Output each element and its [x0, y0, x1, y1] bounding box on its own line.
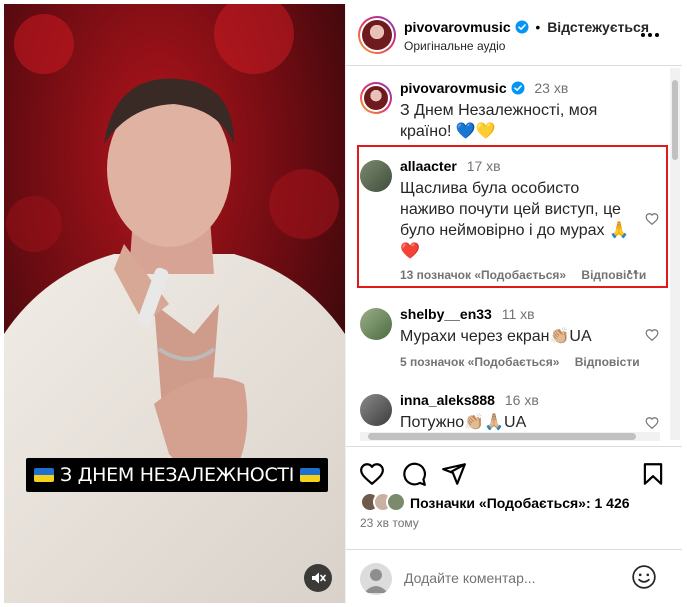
comment-item: shelby__en33 11 хв Мурахи через екран👏🏼U… [360, 306, 660, 376]
comment-icon[interactable] [401, 461, 427, 487]
original-audio-link[interactable]: Оригінальне аудіо [404, 39, 505, 53]
post-timestamp[interactable]: 23 хв тому [360, 516, 419, 530]
comment-like-icon[interactable] [645, 328, 659, 342]
likes-colon: : [585, 495, 595, 511]
heart-icon[interactable] [359, 461, 385, 487]
comment-item: allaacter 17 хв Щаслива була особисто на… [360, 158, 660, 288]
comment-avatar[interactable] [360, 160, 392, 192]
comment-input[interactable] [404, 565, 624, 591]
more-dot-icon [648, 33, 652, 37]
comment-like-icon[interactable] [645, 212, 659, 226]
caption-time[interactable]: 23 хв [534, 80, 568, 96]
caption-username[interactable]: pivovarovmusic [400, 80, 507, 96]
reply-button[interactable]: Відповісти [575, 355, 640, 369]
likes-summary[interactable]: Позначки «Подобається» : 1 426 [360, 492, 630, 514]
comment-avatar[interactable] [360, 308, 392, 340]
vertical-scrollbar-thumb[interactable] [672, 80, 678, 160]
smiley-icon[interactable] [631, 564, 657, 590]
comment-time[interactable]: 11 хв [502, 306, 535, 322]
mute-button[interactable] [304, 564, 332, 592]
video-caption-text: З ДНЕМ НЕЗАЛЕЖНОСТІ [60, 464, 295, 486]
comment-username[interactable]: inna_aleks888 [400, 392, 495, 408]
comments-list[interactable]: pivovarovmusic 23 хв З Днем Незалежності… [346, 66, 682, 446]
horizontal-scrollbar-thumb[interactable] [368, 433, 636, 440]
caption-avatar[interactable] [360, 82, 392, 114]
bookmark-icon[interactable] [640, 461, 666, 487]
comment-likes-count[interactable]: 5 позначок «Подобається» [400, 355, 559, 369]
speaker-muted-icon [312, 572, 326, 584]
post-panel: pivovarovmusic • Відстежується Оригіналь… [345, 4, 682, 603]
comment-time[interactable]: 17 хв [467, 158, 501, 174]
default-avatar-icon [364, 569, 388, 593]
comment-actions: 13 позначок «Подобається» Відповісти [400, 268, 658, 282]
liker-avatar [386, 492, 406, 512]
post-caption: pivovarovmusic 23 хв З Днем Незалежності… [360, 80, 660, 150]
likes-label[interactable]: Позначки «Подобається» [410, 495, 586, 511]
likes-count[interactable]: 1 426 [595, 495, 630, 511]
comment-time[interactable]: 16 хв [505, 392, 539, 408]
post-header: pivovarovmusic • Відстежується Оригіналь… [346, 4, 682, 66]
share-icon[interactable] [441, 461, 467, 487]
author-username[interactable]: pivovarovmusic [404, 19, 511, 35]
comment-username[interactable]: allaacter [400, 158, 457, 174]
likers-avatars [360, 492, 410, 514]
comment-text: Мурахи через екран👏🏼UA [400, 328, 592, 345]
comment-more-button[interactable] [628, 270, 637, 273]
video-frame [4, 4, 345, 603]
caption-text: З Днем Незалежності, моя країно! 💙💛 [400, 102, 598, 140]
video-player[interactable]: З ДНЕМ НЕЗАЛЕЖНОСТІ [4, 4, 345, 603]
verified-badge-icon [511, 81, 524, 95]
more-dot-icon [655, 33, 659, 37]
comment-text: Потужно👏🏼🙏🏼UA [400, 414, 527, 431]
vertical-scrollbar[interactable] [670, 68, 680, 440]
comment-text: Щаслива була особисто наживо почути цей … [400, 180, 629, 260]
comment-likes-count[interactable]: 13 позначок «Подобається» [400, 268, 566, 282]
follow-status-button[interactable]: Відстежується [547, 19, 649, 35]
comment-username[interactable]: shelby__en33 [400, 306, 492, 322]
video-caption: З ДНЕМ НЕЗАЛЕЖНОСТІ [26, 458, 329, 492]
add-comment-bar [346, 549, 682, 603]
comment-actions: 5 позначок «Подобається» Відповісти [400, 355, 652, 369]
ukraine-flag-icon [34, 468, 54, 482]
comment-like-icon[interactable] [645, 416, 659, 430]
more-options-button[interactable] [638, 26, 662, 44]
current-user-avatar [360, 563, 392, 595]
ukraine-flag-icon [300, 468, 321, 482]
post-action-bar [346, 446, 682, 496]
horizontal-scrollbar[interactable] [360, 432, 660, 441]
verified-badge-icon [515, 20, 528, 34]
author-avatar[interactable] [358, 16, 396, 54]
comment-avatar[interactable] [360, 394, 392, 426]
header-separator: • [535, 19, 541, 35]
more-dot-icon [641, 33, 645, 37]
